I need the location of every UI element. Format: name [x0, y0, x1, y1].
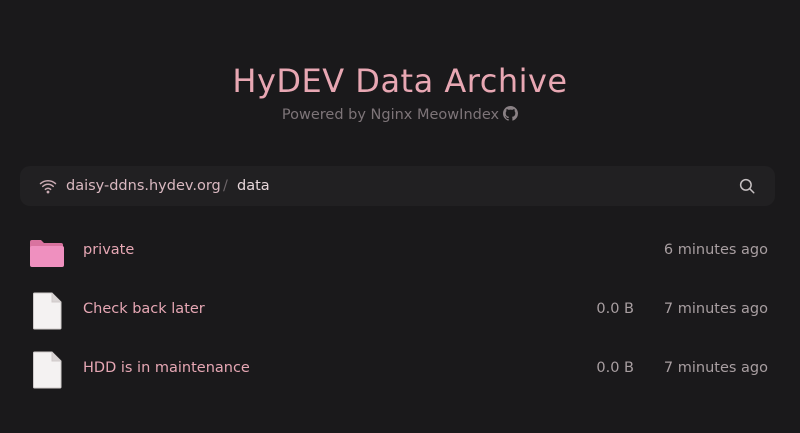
breadcrumb-bar: daisy-ddns.hydev.org / data [20, 166, 775, 206]
file-row-check-back-later[interactable]: Check back later 0.0 B 7 minutes ago [20, 285, 775, 337]
file-size: 0.0 B [596, 360, 634, 376]
file-row-private[interactable]: private 6 minutes ago [20, 226, 775, 278]
file-modified: 6 minutes ago [663, 242, 768, 258]
file-modified: 7 minutes ago [663, 360, 768, 376]
file-index-page: HyDEV Data Archive Powered by Nginx Meow… [0, 0, 800, 433]
file-icon [32, 292, 62, 334]
file-name[interactable]: Check back later [83, 299, 205, 319]
search-icon[interactable] [738, 177, 756, 199]
folder-icon [28, 238, 65, 272]
breadcrumb-current[interactable]: data [237, 176, 270, 196]
breadcrumb-host-link[interactable]: daisy-ddns.hydev.org [66, 176, 221, 196]
powered-by-text: Powered by Nginx MeowIndex [281, 107, 500, 123]
file-row-hdd-is-in-maintenance[interactable]: HDD is in maintenance 0.0 B 7 minutes ag… [20, 344, 775, 396]
breadcrumb-separator: / [223, 178, 228, 194]
wifi-icon [39, 177, 57, 199]
file-modified: 7 minutes ago [663, 301, 768, 317]
file-name[interactable]: HDD is in maintenance [83, 358, 250, 378]
github-icon[interactable] [503, 106, 519, 127]
page-title: HyDEV Data Archive [232, 62, 568, 100]
page-subtitle: Powered by Nginx MeowIndex [0, 105, 800, 127]
file-name[interactable]: private [83, 240, 134, 260]
file-icon [32, 351, 62, 393]
file-size: 0.0 B [596, 301, 634, 317]
